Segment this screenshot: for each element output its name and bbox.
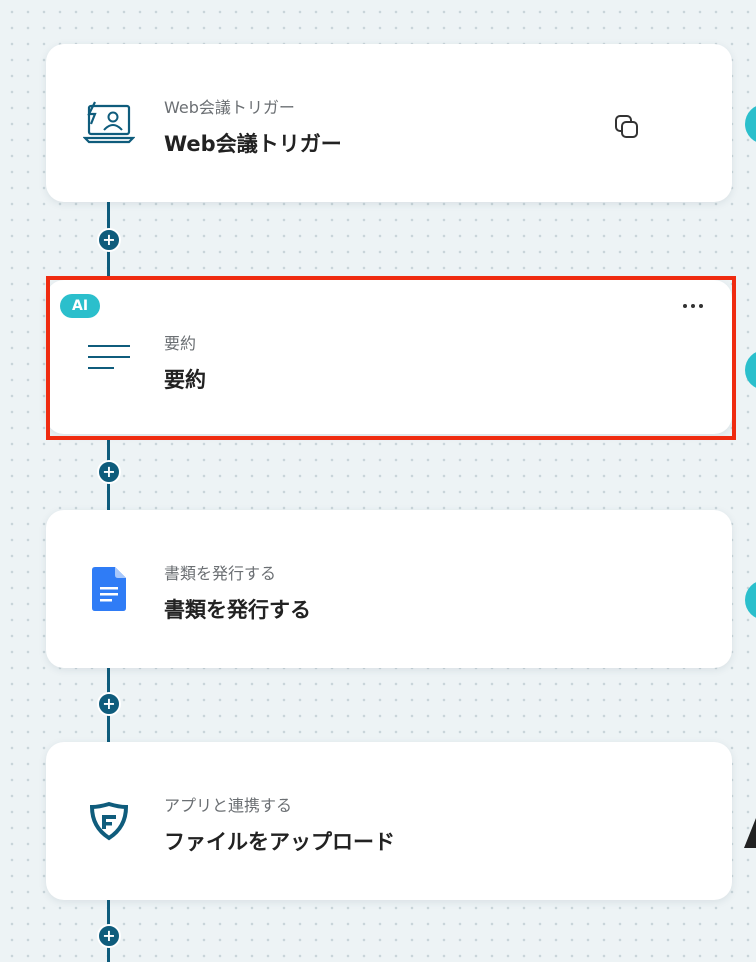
plus-icon: +: [102, 230, 116, 249]
copy-button[interactable]: [612, 112, 642, 142]
card-title: 書類を発行する: [164, 598, 311, 622]
google-docs-icon: [82, 562, 136, 616]
plus-icon: +: [102, 462, 116, 481]
copy-icon: [615, 115, 638, 138]
more-options-icon: [683, 304, 687, 308]
side-status-indicator: [745, 104, 756, 144]
text-lines-icon: [82, 330, 136, 384]
card-subtitle: アプリと連携する: [164, 796, 293, 815]
plus-icon: +: [102, 926, 116, 945]
add-step-button[interactable]: +: [97, 460, 121, 484]
more-options-button[interactable]: [678, 296, 708, 316]
card-subtitle: Web会議トリガー: [164, 98, 295, 117]
side-status-indicator: [745, 580, 756, 620]
app-logo-icon: [82, 794, 136, 848]
flow-step-card[interactable]: AI 要約 要約: [46, 280, 732, 434]
flow-step-card[interactable]: 書類を発行する 書類を発行する: [46, 510, 732, 668]
video-conference-icon: [82, 96, 136, 150]
add-step-button[interactable]: +: [97, 924, 121, 948]
flow-step-card[interactable]: アプリと連携する ファイルをアップロード: [46, 742, 732, 900]
plus-icon: +: [102, 694, 116, 713]
add-step-button[interactable]: +: [97, 692, 121, 716]
card-subtitle: 要約: [164, 334, 197, 353]
side-status-indicator: [745, 350, 756, 390]
add-step-button[interactable]: +: [97, 228, 121, 252]
card-title: Web会議トリガー: [164, 132, 342, 156]
ai-badge: AI: [60, 294, 101, 318]
card-title: ファイルをアップロード: [164, 830, 395, 854]
card-title: 要約: [164, 368, 206, 392]
card-subtitle: 書類を発行する: [164, 564, 277, 583]
flow-step-card[interactable]: Web会議トリガー Web会議トリガー: [46, 44, 732, 202]
warning-icon: [744, 818, 756, 848]
